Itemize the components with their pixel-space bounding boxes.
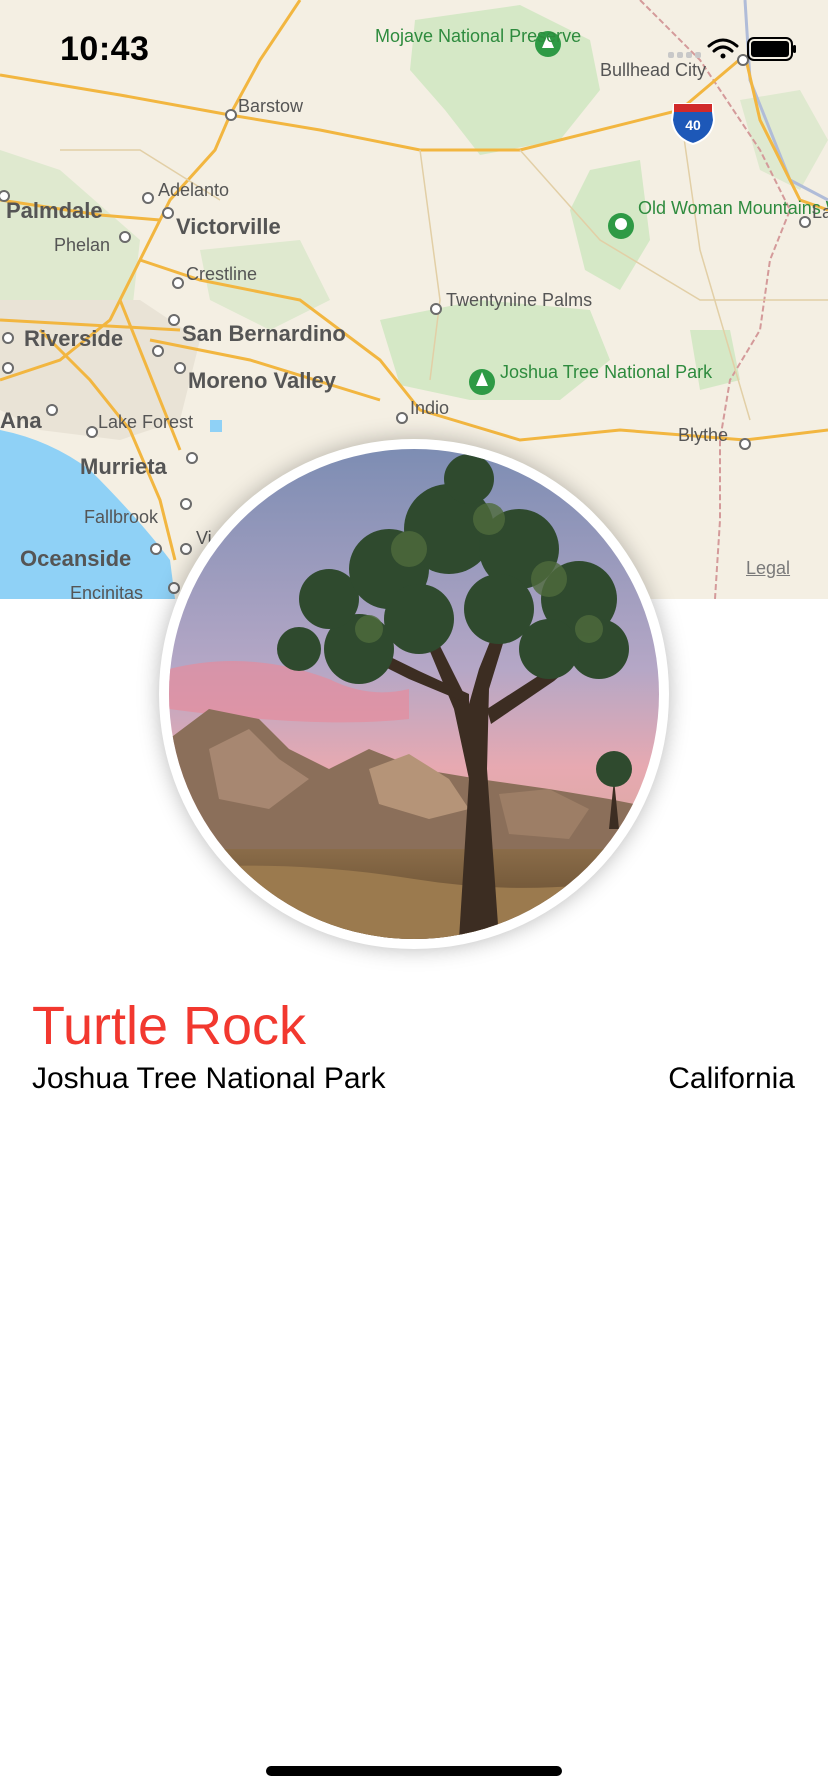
map-label: Adelanto (158, 180, 229, 200)
landmark-park: Joshua Tree National Park (32, 1062, 386, 1095)
map-label: La (812, 202, 828, 222)
map-label: Crestline (186, 264, 257, 284)
legal-link[interactable]: Legal (746, 558, 790, 579)
battery-icon (747, 37, 796, 61)
map-label: Murrieta (80, 454, 168, 479)
map-label: Lake Forest (98, 412, 193, 432)
signal-icon (668, 52, 701, 58)
landmark-image (169, 449, 659, 939)
landmark-state: California (668, 1062, 795, 1095)
map-label: Fallbrook (84, 507, 159, 527)
svg-text:40: 40 (685, 117, 701, 133)
map-label: Phelan (54, 235, 110, 255)
landmark-image-frame (159, 439, 669, 949)
home-indicator[interactable] (266, 1766, 562, 1776)
status-icons (668, 34, 798, 64)
map-label: Ana (0, 408, 42, 433)
map-label: San Bernardino (182, 321, 346, 346)
map-label: Blythe (678, 425, 728, 445)
map-label: Palmdale (6, 198, 103, 223)
status-bar: 10:43 (0, 0, 828, 100)
landmark-title: Turtle Rock (32, 996, 307, 1056)
map-label: Oceanside (20, 546, 131, 571)
map-label: Indio (410, 398, 449, 418)
map-label: Twentynine Palms (446, 290, 592, 310)
map-label: Riverside (24, 326, 123, 351)
map-label: Victorville (176, 214, 281, 239)
map-label: Joshua Tree National Park (500, 362, 713, 382)
map-label: Encinitas (70, 583, 143, 599)
map-label: Moreno Valley (188, 368, 337, 393)
status-time: 10:43 (60, 30, 150, 68)
map-label: Old Woman Mountains Wilderness (638, 198, 828, 218)
wifi-icon (707, 38, 739, 59)
